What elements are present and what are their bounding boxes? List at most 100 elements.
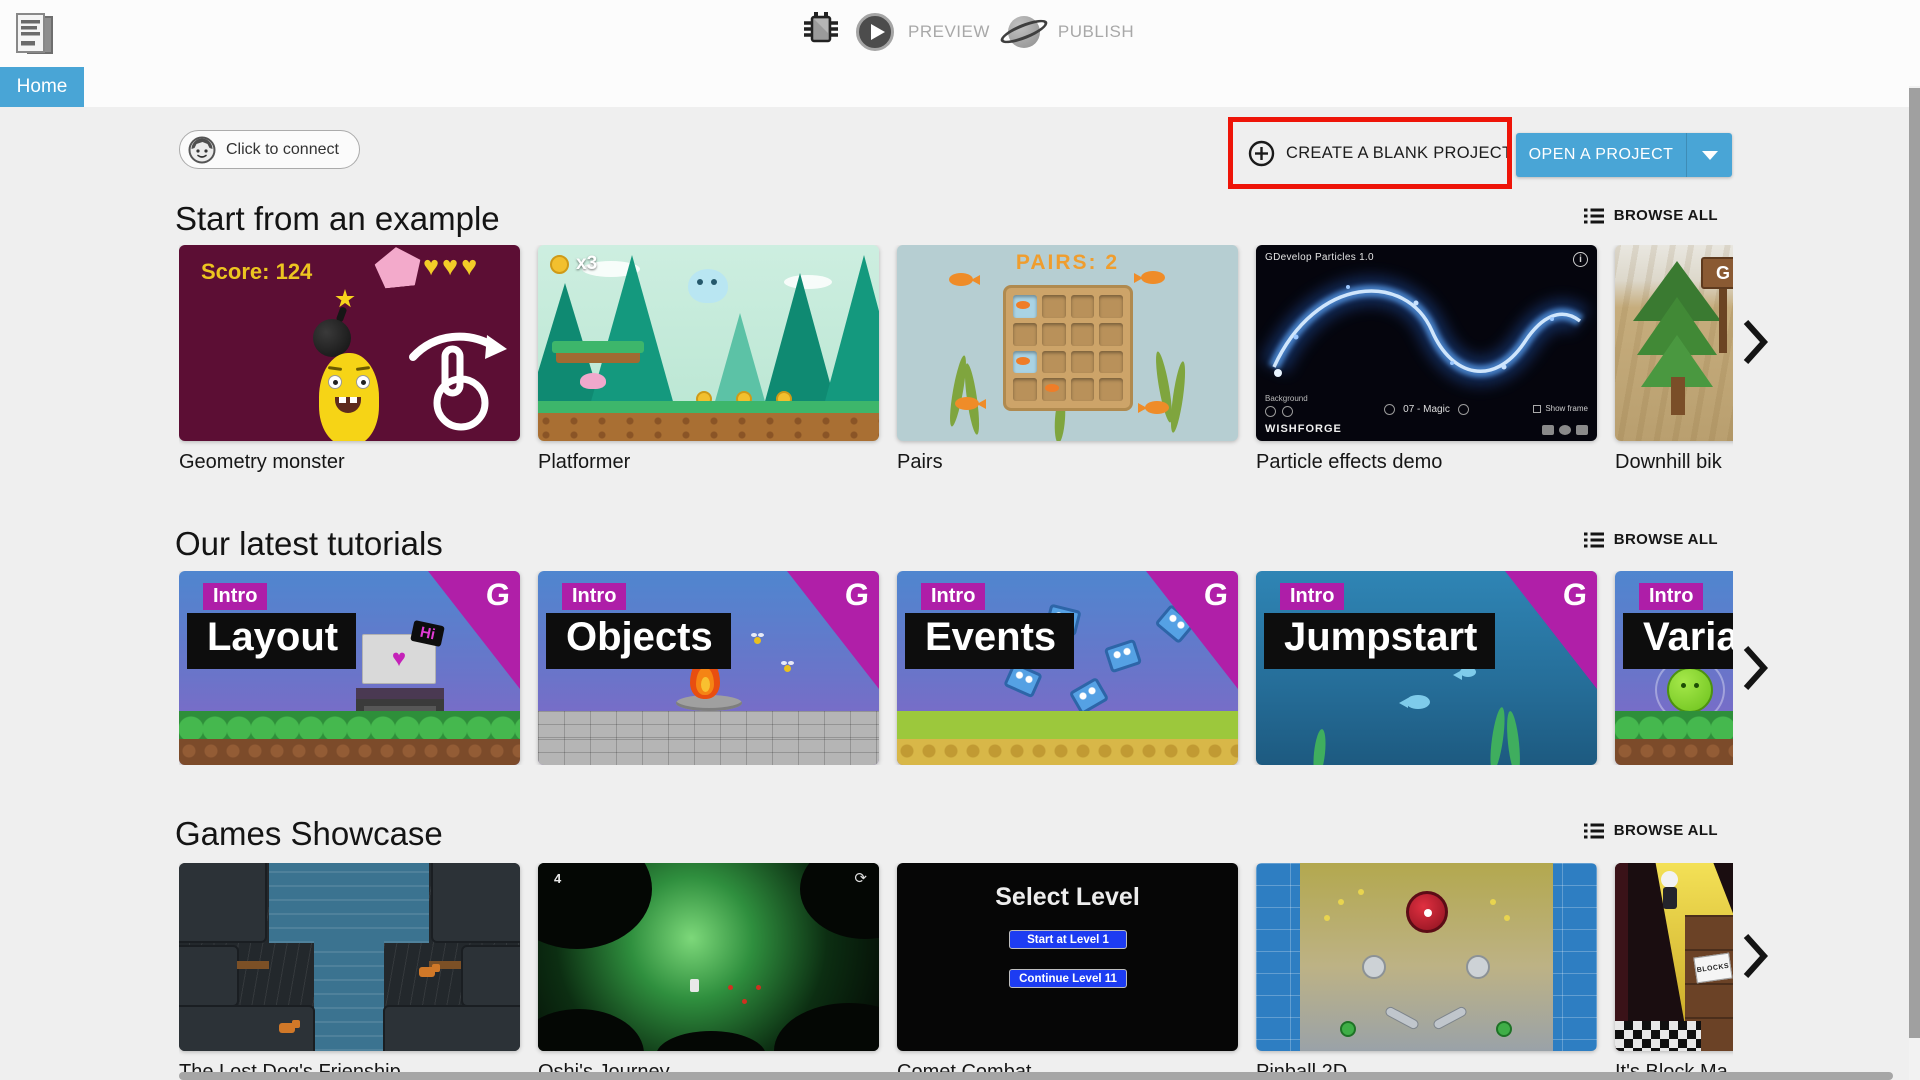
- pairs-thumbnail: PAIRS: 2: [897, 245, 1238, 441]
- dog-sprite: [419, 964, 440, 977]
- horizontal-scrollbar-thumb[interactable]: [179, 1072, 1893, 1080]
- scroll-right-arrow-tutorials[interactable]: [1742, 644, 1768, 692]
- oshi-thumbnail: 4 ⟳: [538, 863, 879, 1051]
- card-tutorial-objects[interactable]: G Intro Objects: [538, 571, 879, 765]
- open-project-dropdown[interactable]: [1686, 133, 1732, 177]
- connect-button[interactable]: Click to connect: [179, 130, 360, 169]
- browse-all-examples[interactable]: BROWSE ALL: [1583, 207, 1718, 224]
- publish-button[interactable]: PUBLISH: [1058, 22, 1134, 42]
- comet-thumbnail: Select Level Start at Level 1 Continue L…: [897, 863, 1238, 1051]
- blocks-thumbnail: BLOCKS: [1615, 863, 1733, 1051]
- social-icons: [1542, 425, 1588, 435]
- gdevelop-logo-icon: G: [484, 577, 512, 612]
- start-level-button: Start at Level 1: [1009, 930, 1127, 949]
- gdevelop-logo-icon: G: [1561, 577, 1589, 612]
- player-sprite: [688, 269, 728, 303]
- card-tutorial-variables[interactable]: +1 G Intro Variab: [1615, 571, 1733, 765]
- tab-home[interactable]: Home: [0, 67, 84, 107]
- card-comet-combat[interactable]: Select Level Start at Level 1 Continue L…: [897, 863, 1238, 1080]
- open-project-label[interactable]: OPEN A PROJECT: [1516, 133, 1686, 177]
- gdevelop-home-screen: PREVIEW PUBLISH Home Click to connect CR…: [0, 0, 1920, 1080]
- preview-play-icon[interactable]: [856, 12, 894, 51]
- tutorial-variables-thumbnail: +1 G Intro Variab: [1615, 571, 1733, 765]
- browse-all-showcase[interactable]: BROWSE ALL: [1583, 822, 1718, 839]
- card-platformer[interactable]: x3 Platformer: [538, 245, 879, 485]
- card-its-block[interactable]: BLOCKS It's Block Ma: [1615, 863, 1733, 1080]
- spark-icon: [335, 289, 355, 308]
- continue-level-button: Continue Level 11: [1009, 969, 1127, 988]
- tutorial-objects-thumbnail: G Intro Objects: [538, 571, 879, 765]
- pairs-card-grid: [1003, 285, 1133, 411]
- card-downhill-bike[interactable]: G Downhill bik: [1615, 245, 1733, 485]
- wooden-sign: G: [1701, 257, 1733, 289]
- card-lost-dog[interactable]: The Lost Dog's Frienship: [179, 863, 520, 1080]
- tutorials-card-row: ♥ Hi G Intro Layout G Intro Objects G In…: [179, 571, 1733, 765]
- connect-label: Click to connect: [226, 140, 339, 158]
- swipe-hand-icon: [409, 332, 507, 431]
- card-geometry-monster[interactable]: Score: 124 ♥♥♥ Geometry monster: [179, 245, 520, 485]
- coin-icon: [550, 255, 569, 274]
- background-label: Background: [1265, 394, 1308, 403]
- checkbox-icon: [1533, 404, 1542, 413]
- tutorial-layout-thumbnail: ♥ Hi G Intro Layout: [179, 571, 520, 765]
- plus-circle-icon: [1248, 140, 1275, 166]
- section-title-showcase: Games Showcase: [175, 815, 443, 852]
- pinball-thumbnail: [1256, 863, 1597, 1051]
- vertical-scrollbar: [1909, 86, 1920, 1080]
- tutorial-jumpstart-thumbnail: G Intro Jumpstart: [1256, 571, 1597, 765]
- card-pinball[interactable]: Pinball 2D: [1256, 863, 1597, 1080]
- youtube-icon: [1542, 425, 1554, 435]
- select-level-heading: Select Level: [995, 883, 1140, 911]
- browse-all-tutorials[interactable]: BROWSE ALL: [1583, 531, 1718, 548]
- card-pairs[interactable]: PAIRS: 2 Pairs: [897, 245, 1238, 485]
- list-icon: [1583, 208, 1604, 223]
- create-blank-project-button[interactable]: CREATE A BLANK PROJECT: [1248, 133, 1512, 173]
- particles-app-title: GDevelop Particles 1.0: [1265, 252, 1374, 263]
- bomb-icon: [313, 319, 351, 357]
- card-title: Particle effects demo: [1256, 451, 1443, 473]
- platformer-thumbnail: x3: [538, 245, 879, 441]
- toolbar: PREVIEW PUBLISH Home: [0, 0, 1920, 107]
- card-title: Geometry monster: [179, 451, 345, 473]
- preview-button[interactable]: PREVIEW: [908, 22, 990, 42]
- counter-text: 4: [554, 871, 562, 886]
- list-icon: [1583, 532, 1604, 547]
- tutorial-events-thumbnail: G Intro Events: [897, 571, 1238, 765]
- card-oshi-journey[interactable]: 4 ⟳ Oshi's Journey: [538, 863, 879, 1080]
- scroll-right-arrow-examples[interactable]: [1742, 318, 1768, 366]
- monster-sprite: [319, 353, 379, 441]
- project-manager-icon[interactable]: [12, 10, 58, 65]
- card-tutorial-layout[interactable]: ♥ Hi G Intro Layout: [179, 571, 520, 765]
- card-tutorial-events[interactable]: G Intro Events: [897, 571, 1238, 765]
- create-blank-label: CREATE A BLANK PROJECT: [1286, 143, 1513, 162]
- gdevelop-logo-icon: G: [1202, 577, 1230, 612]
- debugger-icon[interactable]: [800, 8, 842, 55]
- hero-sprite: [690, 979, 699, 992]
- toolbar-center: PREVIEW PUBLISH: [800, 8, 1134, 55]
- photo-icon: [1576, 425, 1588, 435]
- section-title-tutorials: Our latest tutorials: [175, 525, 443, 562]
- hearts-icon: ♥♥♥: [423, 251, 481, 281]
- wishforge-logo: WISHFORGE: [1265, 423, 1342, 435]
- scroll-right-arrow-showcase[interactable]: [1742, 932, 1768, 980]
- showcase-card-row: The Lost Dog's Frienship 4 ⟳ Oshi's Jour…: [179, 863, 1733, 1080]
- twitter-icon: [1559, 425, 1571, 435]
- list-icon: [1583, 823, 1604, 838]
- examples-card-row: Score: 124 ♥♥♥ Geometry monster x3 Platf…: [179, 245, 1733, 485]
- card-particle-effects[interactable]: GDevelop Particles 1.0 i Background 07 -…: [1256, 245, 1597, 485]
- lost-dog-thumbnail: [179, 863, 520, 1051]
- restart-icon: ⟳: [854, 870, 867, 887]
- open-project-button[interactable]: OPEN A PROJECT: [1516, 133, 1732, 177]
- pairs-score-text: PAIRS: 2: [1015, 251, 1120, 274]
- section-title-examples: Start from an example: [175, 200, 500, 237]
- card-tutorial-jumpstart[interactable]: G Intro Jumpstart: [1256, 571, 1597, 765]
- bumper: [1406, 891, 1448, 933]
- publish-planet-icon[interactable]: [997, 12, 1050, 52]
- blocks-box: BLOCKS: [1693, 952, 1733, 984]
- particles-thumbnail: GDevelop Particles 1.0 i Background 07 -…: [1256, 245, 1597, 441]
- card-title: Downhill bik: [1615, 451, 1722, 473]
- puppet-sprite: [1661, 871, 1678, 888]
- score-text: Score: 124: [201, 259, 313, 284]
- ball-sprite: [1667, 667, 1713, 713]
- vertical-scrollbar-thumb[interactable]: [1909, 88, 1920, 1038]
